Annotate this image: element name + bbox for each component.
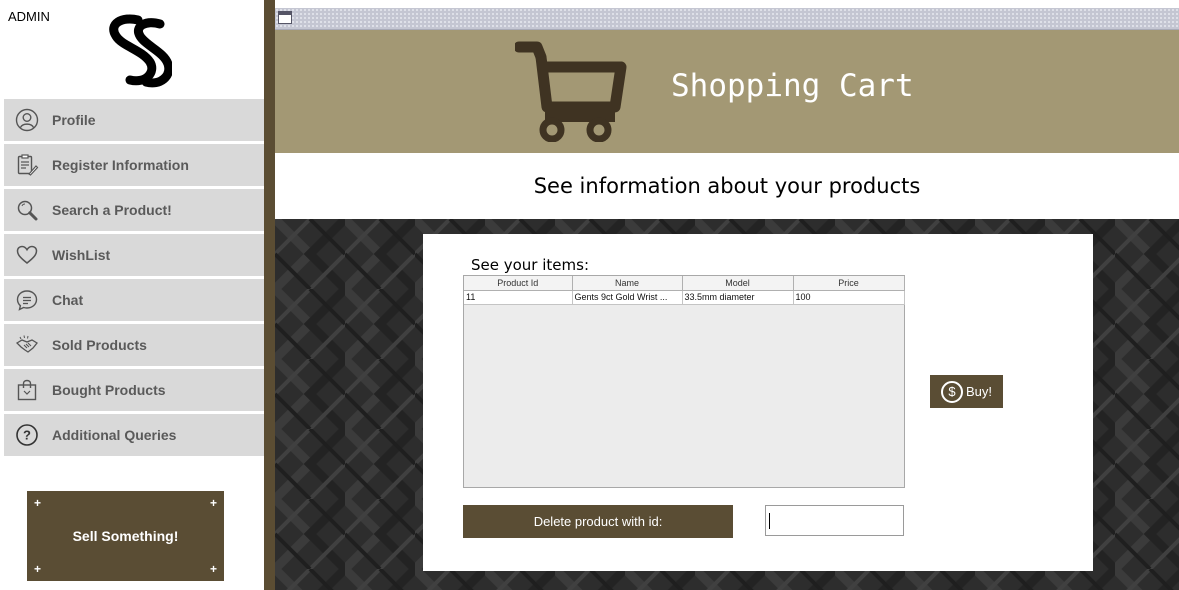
cart-header: Shopping Cart (275, 30, 1179, 153)
column-header-model[interactable]: Model (682, 276, 794, 291)
sidebar-item-label: Additional Queries (52, 427, 177, 443)
sidebar-item-bought-products[interactable]: Bought Products (4, 369, 264, 411)
delete-label: Delete product with id: (533, 514, 663, 529)
cell-price[interactable]: 100 (793, 290, 905, 305)
table-row[interactable]: 11 Gents 9ct Gold Wrist ... 33.5mm diame… (464, 290, 905, 305)
internal-frame-titlebar[interactable] (275, 8, 1179, 30)
cell-product-id[interactable]: 11 (464, 290, 573, 305)
svg-text:?: ? (23, 428, 31, 443)
sidebar-item-register-information[interactable]: Register Information (4, 144, 264, 186)
sidebar-divider (264, 0, 275, 590)
info-title: See information about your products (533, 174, 921, 198)
buy-button[interactable]: $ Buy! (930, 375, 1003, 408)
sidebar-item-label: Search a Product! (52, 202, 172, 218)
heart-icon (14, 242, 40, 268)
magnifier-icon (14, 197, 40, 223)
sidebar-item-label: Bought Products (52, 382, 166, 398)
admin-label: ADMIN (8, 9, 50, 24)
buy-label: Buy! (965, 384, 992, 399)
sell-something-button[interactable]: + + + + Sell Something! (27, 491, 224, 581)
sidebar-item-label: Register Information (52, 157, 189, 173)
plus-icon: + (209, 496, 217, 510)
window-icon (278, 11, 292, 24)
delete-id-input[interactable] (765, 505, 904, 536)
info-band: See information about your products (275, 153, 1179, 219)
chat-bubble-icon (14, 287, 40, 313)
shopping-cart-icon (515, 41, 627, 142)
sell-something-label: Sell Something! (72, 528, 179, 544)
sidebar-item-wishlist[interactable]: WishList (4, 234, 264, 276)
delete-product-button[interactable]: Delete product with id: (463, 505, 733, 538)
sidebar-item-label: Profile (52, 112, 96, 128)
plus-icon: + (34, 496, 42, 510)
cell-model[interactable]: 33.5mm diameter (682, 290, 794, 305)
question-icon: ? (14, 422, 40, 448)
sidebar-item-label: WishList (52, 247, 111, 263)
column-header-name[interactable]: Name (572, 276, 683, 291)
user-icon (14, 107, 40, 133)
clipboard-edit-icon (14, 152, 40, 178)
plus-icon: + (209, 562, 217, 576)
sidebar-nav: Profile Register Information Search a Pr… (4, 99, 264, 459)
cart-panel: See your items: Product Id Name Model Pr… (423, 234, 1093, 571)
sidebar-item-chat[interactable]: Chat (4, 279, 264, 321)
items-table[interactable]: Product Id Name Model Price 11 Gents 9ct… (463, 275, 905, 488)
main-panel: Shopping Cart See information about your… (275, 0, 1179, 590)
sidebar-item-search-a-product[interactable]: Search a Product! (4, 189, 264, 231)
cell-name[interactable]: Gents 9ct Gold Wrist ... (572, 290, 683, 305)
sidebar-item-label: Chat (52, 292, 84, 308)
page-title: Shopping Cart (671, 68, 914, 104)
background-pattern: See your items: Product Id Name Model Pr… (275, 219, 1179, 590)
handshake-icon (14, 332, 40, 358)
sidebar-item-additional-queries[interactable]: ? Additional Queries (4, 414, 264, 456)
sidebar-item-label: Sold Products (52, 337, 147, 353)
items-label: See your items: (471, 256, 590, 274)
sidebar: ADMIN Profile Register Information Searc… (0, 0, 264, 590)
sidebar-item-sold-products[interactable]: Sold Products (4, 324, 264, 366)
column-header-product-id[interactable]: Product Id (464, 276, 573, 291)
plus-icon: + (34, 562, 42, 576)
column-header-price[interactable]: Price (793, 276, 905, 291)
sidebar-item-profile[interactable]: Profile (4, 99, 264, 141)
text-caret (769, 513, 770, 529)
shopping-bag-icon (14, 377, 40, 403)
dollar-circle-icon: $ (940, 380, 963, 403)
logo-icon (109, 14, 172, 88)
